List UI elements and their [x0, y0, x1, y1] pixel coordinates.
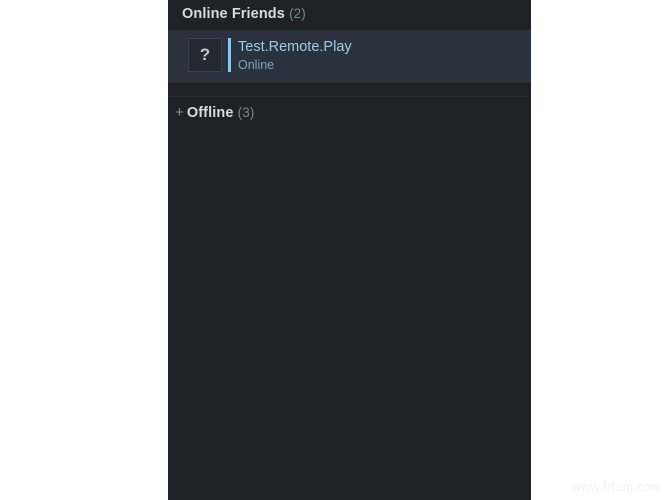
- list-divider: [168, 82, 531, 83]
- list-divider: [168, 96, 531, 97]
- friend-list-item-test-remote-play[interactable]: ? Test.Remote.Play Online: [168, 30, 531, 82]
- offline-section-header[interactable]: + Offline (3): [175, 104, 254, 121]
- friend-status: Online: [238, 58, 275, 72]
- friend-name[interactable]: Test.Remote.Play: [238, 38, 352, 57]
- offline-count: (3): [237, 105, 255, 120]
- online-friends-label: Online Friends: [182, 6, 285, 22]
- avatar-group: ?: [188, 38, 231, 72]
- online-friends-count: (2): [289, 6, 306, 21]
- friend-text-group: Test.Remote.Play Online: [238, 38, 352, 73]
- expand-icon[interactable]: +: [175, 104, 184, 121]
- avatar[interactable]: ?: [188, 38, 222, 72]
- online-friends-header[interactable]: Online Friends (2): [182, 6, 306, 22]
- online-status-indicator: [228, 38, 231, 72]
- offline-label: Offline: [186, 105, 234, 121]
- watermark: www.frfam.com: [571, 480, 662, 494]
- friends-panel: Online Friends (2) ? Test.Remote.Play On…: [168, 0, 531, 500]
